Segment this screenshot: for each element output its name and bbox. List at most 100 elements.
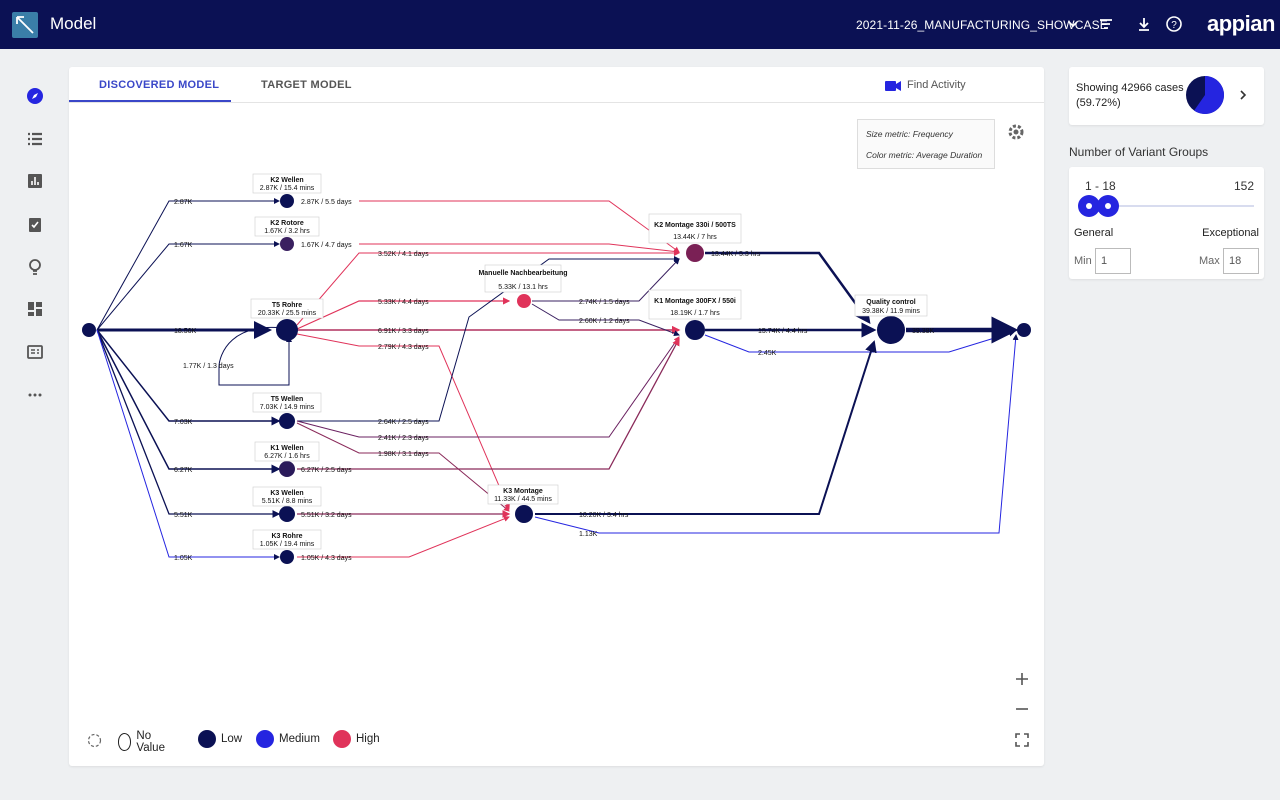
node-k3-montage[interactable]	[515, 505, 533, 523]
lightbulb-icon[interactable]	[26, 258, 44, 276]
node-t5-wellen[interactable]	[279, 413, 295, 429]
chevron-down-icon[interactable]	[1066, 17, 1080, 31]
edge-label: 3.52K / 4.1 days	[378, 251, 429, 258]
node-k3-wellen[interactable]	[279, 506, 295, 522]
bar-chart-icon[interactable]	[26, 172, 44, 190]
brand-logo: appian	[1207, 11, 1275, 36]
edge-label: 1.05K / 4.3 days	[301, 555, 352, 562]
edge-label: 2.87K	[174, 199, 193, 206]
edge-k3m-qc	[535, 340, 877, 515]
node-stats: 18.19K / 1.7 hrs	[670, 310, 720, 317]
edge-k3r-k3m	[297, 516, 510, 558]
zoom-out-icon[interactable]	[1014, 701, 1030, 717]
edge-label: 2.41K / 2.3 days	[378, 435, 429, 442]
model-panel: DISCOVERED MODEL TARGET MODEL Find Activ…	[69, 67, 1044, 766]
node-k1-montage[interactable]	[685, 320, 705, 340]
app-title: Model	[50, 14, 97, 33]
filter-icon[interactable]	[1097, 15, 1115, 33]
refresh-icon[interactable]	[87, 733, 102, 748]
chevron-right-icon[interactable]	[1237, 88, 1249, 102]
node-title: K3 Wellen	[270, 490, 303, 497]
node-k2-wellen[interactable]	[280, 194, 294, 208]
edge-label: 7.03K	[174, 419, 193, 426]
edge-label: 13.44K / 5.3 hrs	[711, 251, 761, 258]
edge-label: 18.56K	[174, 328, 197, 335]
case-share-pie	[1186, 76, 1224, 114]
min-input[interactable]	[1095, 248, 1131, 274]
min-label: Min	[1074, 255, 1092, 267]
node-manuelle-nachbearbeitung[interactable]	[517, 294, 531, 308]
node-stats: 7.03K / 14.9 mins	[260, 404, 315, 411]
variant-total-label: 152	[1233, 179, 1254, 193]
edge-label: 1.67K	[174, 242, 193, 249]
edge-k1w-k1m	[297, 337, 680, 470]
report-icon[interactable]	[26, 343, 44, 361]
showing-cases-text: Showing 42966 cases (59.72%)	[1076, 82, 1184, 109]
edge-label: 5.51K	[174, 512, 193, 519]
node-stats: 1.05K / 19.4 mins	[260, 541, 315, 548]
legend-no-value: No Value	[118, 730, 170, 754]
edge-label: 2.74K / 1.5 days	[579, 299, 630, 306]
node-stats: 5.51K / 8.8 mins	[262, 498, 313, 505]
start-node[interactable]	[82, 323, 96, 337]
end-node[interactable]	[1017, 323, 1031, 337]
node-stats: 13.44K / 7 hrs	[673, 234, 717, 241]
compass-icon[interactable]	[26, 87, 44, 105]
variant-groups-title: Number of Variant Groups	[1069, 145, 1209, 159]
node-quality-control[interactable]	[877, 316, 905, 344]
node-title: K3 Montage	[503, 488, 543, 495]
legend-label: Medium	[279, 733, 320, 745]
dashboard-icon[interactable]	[26, 300, 44, 318]
zoom-in-icon[interactable]	[1014, 671, 1030, 687]
clipboard-check-icon[interactable]	[26, 215, 44, 233]
edge-label: 2.45K	[758, 350, 777, 357]
legend-swatch	[256, 730, 274, 748]
edge-label: 6.27K	[174, 467, 193, 474]
node-stats: 6.27K / 1.6 hrs	[264, 453, 310, 460]
node-k2-rotore[interactable]	[280, 237, 294, 251]
case-summary-card[interactable]: Showing 42966 cases (59.72%)	[1069, 67, 1264, 125]
node-title: Quality control	[866, 299, 915, 306]
legend-swatch	[198, 730, 216, 748]
edge-k1m-end	[704, 330, 1015, 353]
node-stats: 5.33K / 13.1 hrs	[498, 284, 548, 291]
node-title: K1 Montage 300FX / 550i	[654, 298, 736, 305]
legend-medium: Medium	[256, 730, 320, 748]
list-icon[interactable]	[26, 130, 44, 148]
process-graph: K2 Wellen 2.87K / 15.4 mins K2 Rotore 1.…	[82, 173, 1031, 564]
edge-label: 5.33K / 4.4 days	[378, 299, 429, 306]
legend-low: Low	[198, 730, 242, 748]
edge-label: 2.64K / 2.5 days	[378, 419, 429, 426]
more-icon[interactable]	[26, 386, 44, 404]
node-stats: 20.33K / 25.5 mins	[258, 310, 317, 317]
node-title: K1 Wellen	[270, 445, 303, 452]
variant-groups-card: 1 - 18 152 General Exceptional Min Max	[1069, 167, 1264, 279]
legend-high: High	[333, 730, 380, 748]
edge-label: 10.20K / 3.4 hrs	[579, 512, 629, 519]
svg-text:?: ?	[1171, 20, 1177, 31]
max-input[interactable]	[1223, 248, 1259, 274]
edge-label: 6.27K / 2.5 days	[301, 467, 352, 474]
edge-start-t5w	[96, 329, 281, 426]
slider-handle-max[interactable]	[1097, 195, 1119, 217]
edge-t5w-b	[296, 336, 680, 438]
legend-swatch	[333, 730, 351, 748]
fullscreen-icon[interactable]	[1014, 732, 1030, 748]
node-stats: 1.67K / 3.2 hrs	[264, 228, 310, 235]
node-k1-wellen[interactable]	[279, 461, 295, 477]
node-title: Manuelle Nachbearbeitung	[478, 270, 567, 277]
edge-label: 2.79K / 4.3 days	[378, 344, 429, 351]
help-icon[interactable]: ?	[1165, 15, 1183, 33]
node-stats: 2.87K / 15.4 mins	[260, 185, 315, 192]
node-k2-montage[interactable]	[686, 244, 704, 262]
node-stats: 39.38K / 11.9 mins	[862, 308, 920, 315]
edge-label: 1.67K / 4.7 days	[301, 242, 352, 249]
node-title: K2 Wellen	[270, 177, 303, 184]
node-t5-rohre[interactable]	[276, 319, 298, 341]
app-logo-icon[interactable]	[12, 12, 38, 38]
node-title: T5 Wellen	[271, 396, 304, 403]
node-k3-rohre[interactable]	[280, 550, 294, 564]
edge-label: 15.74K / 4.4 hrs	[758, 328, 808, 335]
download-icon[interactable]	[1135, 15, 1153, 33]
legend-label: Low	[221, 733, 243, 745]
